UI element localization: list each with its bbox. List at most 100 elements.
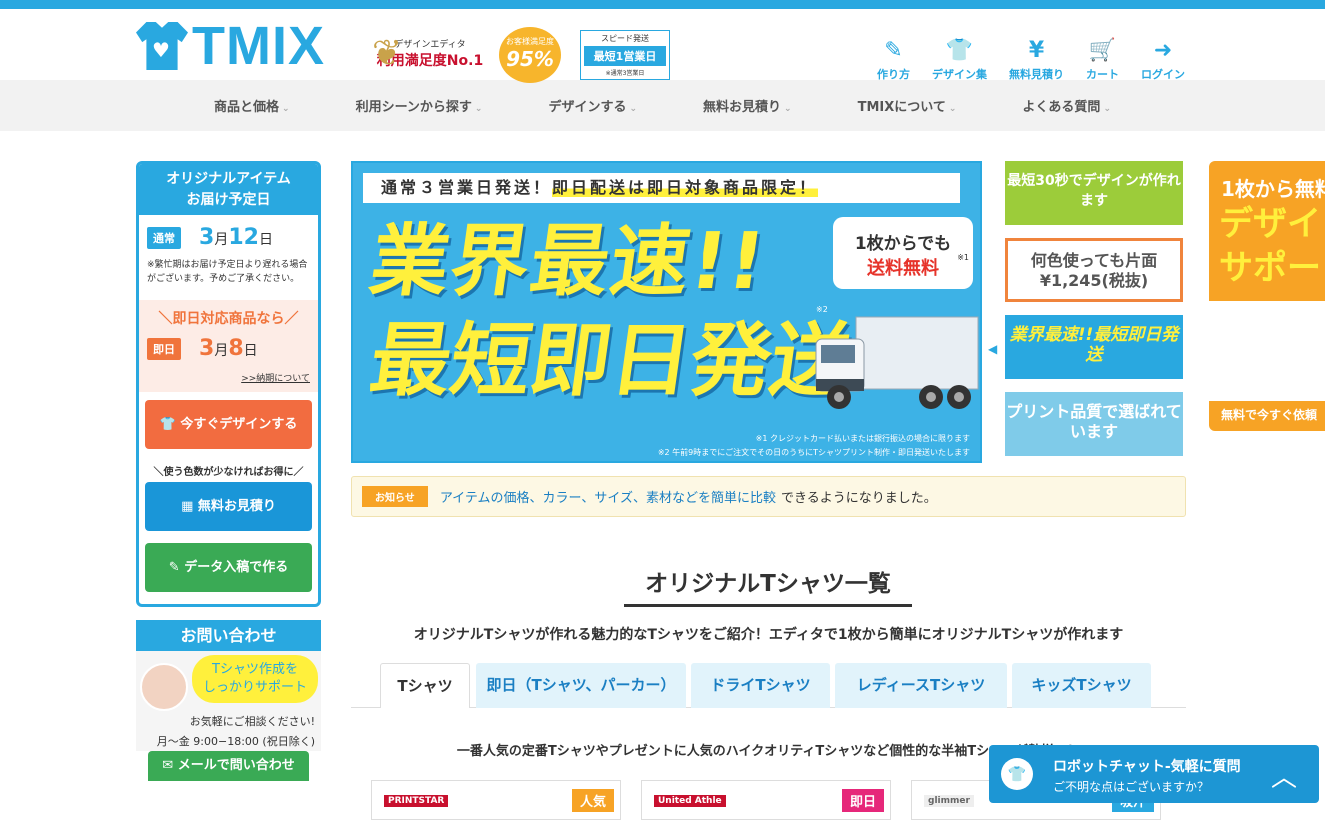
- header-nav-estimate[interactable]: ¥ 無料見積り: [1009, 36, 1064, 82]
- ad-line1: 1枚から無料: [1221, 177, 1325, 201]
- delivery-title-line1: オリジナルアイテム: [166, 171, 291, 187]
- robot-chat-widget[interactable]: 👕 ロボットチャット-気軽に質問 ご不明な点はございますか？ ︿: [989, 745, 1319, 803]
- tab-dry[interactable]: ドライTシャツ: [691, 663, 830, 708]
- carousel-prev-icon[interactable]: ◀: [988, 342, 997, 356]
- bubble-line1: Tシャツ作成を: [212, 662, 298, 677]
- gnav-estimate[interactable]: 無料お見積り ⌄: [703, 96, 792, 115]
- section-lead: オリジナルTシャツが作れる魅力的なTシャツをご紹介！エディタで1枚から簡単にオリ…: [413, 627, 1124, 643]
- gnav-label: よくある質問: [1022, 100, 1101, 115]
- same-day-box: ＼即日対応商品なら／ 即日 3月8日 >>納期について: [139, 300, 318, 392]
- mail-contact-button[interactable]: ✉ メールで問い合わせ: [148, 751, 309, 781]
- delivery-info-link[interactable]: >>納期について: [139, 371, 318, 384]
- nav-label: デザイン集: [932, 68, 987, 81]
- gnav-products[interactable]: 商品と価格 ⌄: [214, 96, 290, 115]
- gnav-label: 利用シーンから探す: [355, 100, 472, 115]
- banner-headline-1: 業界最速!!: [364, 217, 773, 307]
- badge-label: お客様満足度: [506, 37, 554, 46]
- banner-thumbnails: 最短30秒でデザインが作れます 何色使っても片面¥1,245(税抜) 業界最速!…: [1005, 161, 1183, 469]
- header-nav-howto[interactable]: ✎ 作り方: [877, 36, 910, 82]
- nav-label: 作り方: [877, 68, 910, 81]
- normal-month: 3: [199, 225, 215, 250]
- free-estimate-button[interactable]: ▦ 無料お見積り: [145, 482, 312, 531]
- same-day-row: 即日 3月8日: [139, 328, 318, 365]
- gnav-scenes[interactable]: 利用シーンから探す ⌄: [356, 96, 483, 115]
- tab-kids[interactable]: キッズTシャツ: [1012, 663, 1151, 708]
- design-now-button[interactable]: 👕 今すぐデザインする: [145, 400, 312, 449]
- badge-value: 95%: [506, 47, 554, 71]
- tab-sameday[interactable]: 即日（Tシャツ、パーカー）: [476, 663, 686, 708]
- badge-value: 最短1営業日: [584, 46, 666, 66]
- thumb-price[interactable]: 何色使っても片面¥1,245(税抜): [1005, 238, 1183, 302]
- card-ribbon: 人気: [571, 789, 614, 812]
- normal-day: 12: [228, 225, 259, 250]
- bubble-line2: しっかりサポート: [202, 680, 307, 695]
- gnav-faq[interactable]: よくある質問 ⌄: [1022, 96, 1111, 115]
- login-icon: ➜: [1153, 38, 1173, 63]
- header-nav-cart[interactable]: 🛒 カート: [1086, 36, 1119, 82]
- badge-label: スピード発送: [601, 34, 649, 43]
- day-unit: 日: [243, 343, 258, 359]
- bubble-text-b: 送料無料: [867, 258, 939, 279]
- thumb-quality[interactable]: プリント品質で選ばれています: [1005, 392, 1183, 456]
- product-card[interactable]: United Athle 即日: [641, 780, 891, 820]
- gnav-label: TMIXについて: [857, 100, 946, 115]
- bubble-text-a: 1枚からでも: [854, 234, 952, 254]
- chevron-up-icon[interactable]: ︿: [1271, 757, 1297, 794]
- same-day-month: 3: [199, 336, 215, 361]
- brand-logo: United Athle: [654, 795, 726, 807]
- chevron-down-icon: ⌄: [474, 104, 483, 114]
- ad-line2: デザイ: [1219, 204, 1321, 244]
- chat-title: ロボットチャット-気軽に質問: [1053, 759, 1241, 775]
- mail-icon: ✉: [162, 758, 178, 773]
- chevron-down-icon: ⌄: [629, 104, 638, 114]
- data-upload-button[interactable]: ✎ データ入稿で作る: [145, 543, 312, 592]
- day-unit: 日: [258, 232, 273, 248]
- same-day-day: 8: [228, 336, 244, 361]
- button-label: メールで問い合わせ: [177, 758, 295, 773]
- header-nav-login[interactable]: ➜ ログイン: [1141, 36, 1185, 82]
- header-nav: ✎ 作り方 👕 デザイン集 ¥ 無料見積り 🛒 カート ➜ ログイン: [855, 36, 1185, 82]
- site-header: ♥ TMIX ❦ デザインエディタ 利用満足度No.1 お客様満足度 95% ス…: [0, 9, 1325, 83]
- calculator-icon: ▦: [181, 499, 198, 514]
- notice-link[interactable]: アイテムの価格、カラー、サイズ、素材などを簡単に比較: [440, 487, 776, 506]
- free-shipping-bubble: 1枚からでも 送料無料 ※1: [833, 217, 973, 289]
- contact-box: お問い合わせ Tシャツ作成を しっかりサポート お気軽にご相談ください! 月〜金…: [136, 620, 321, 781]
- button-label: 無料お見積り: [197, 499, 276, 514]
- global-nav: 商品と価格 ⌄ 利用シーンから探す ⌄ デザインする ⌄ 無料お見積り ⌄ TMIXにつ…: [0, 80, 1325, 131]
- chat-shirt-icon: 👕: [1001, 758, 1033, 790]
- shirt-logo-icon: ♥: [136, 22, 188, 70]
- button-label: 今すぐデザインする: [180, 417, 298, 432]
- gnav-about[interactable]: TMIXについて ⌄: [858, 96, 957, 115]
- product-card[interactable]: PRINTSTAR 人気: [371, 780, 621, 820]
- tab-ladies[interactable]: レディースTシャツ: [835, 663, 1007, 708]
- thumb-fastest[interactable]: 業界最速!!最短即日発送: [1005, 315, 1183, 379]
- delivery-title-line2: お届け予定日: [186, 192, 271, 208]
- pen-icon: ✎: [884, 38, 903, 63]
- month-unit: 月: [214, 232, 229, 248]
- same-day-title: ＼即日対応商品なら／: [158, 311, 299, 327]
- thumb-design-30s[interactable]: 最短30秒でデザインが作れます: [1005, 161, 1183, 225]
- tab-tshirt[interactable]: Tシャツ: [380, 663, 470, 708]
- banner-strip: 通常３営業日発送！即日配送は即日対象商品限定！: [363, 173, 960, 203]
- right-side-ad[interactable]: 1枚から無料 デザイ サポー 無料で今すぐ依頼: [1209, 161, 1325, 431]
- cart-icon: 🛒: [1088, 38, 1117, 63]
- ad-line3: サポー: [1219, 248, 1321, 288]
- main-banner[interactable]: 通常３営業日発送！即日配送は即日対象商品限定！ 業界最速!! 最短即日発送 1枚…: [351, 161, 982, 463]
- normal-delivery-row: 通常 3月12日: [139, 215, 318, 254]
- laurel-left-icon: ❦: [372, 33, 403, 74]
- strip-text-a: 通常３営業日発送！: [381, 178, 553, 197]
- gnav-label: デザインする: [548, 100, 627, 115]
- button-label: データ入稿で作る: [184, 560, 289, 575]
- nav-label: カート: [1086, 68, 1119, 81]
- month-unit: 月: [214, 343, 229, 359]
- busy-season-note: ※繁忙期はお届け予定日より遅れる場合がございます。予めご了承ください。: [147, 260, 308, 284]
- brand-logo: PRINTSTAR: [384, 795, 449, 807]
- gnav-design[interactable]: デザインする ⌄: [548, 96, 637, 115]
- site-logo[interactable]: ♥ TMIX: [136, 16, 325, 76]
- nav-label: ログイン: [1141, 68, 1185, 81]
- same-day-tag: 即日: [147, 337, 181, 360]
- notice-bar: お知らせ アイテムの価格、カラー、サイズ、素材などを簡単に比較 できるようになり…: [351, 476, 1186, 517]
- header-nav-designs[interactable]: 👕 デザイン集: [932, 36, 987, 82]
- brand-name: TMIX: [192, 16, 325, 76]
- support-staff-avatar: [140, 663, 188, 711]
